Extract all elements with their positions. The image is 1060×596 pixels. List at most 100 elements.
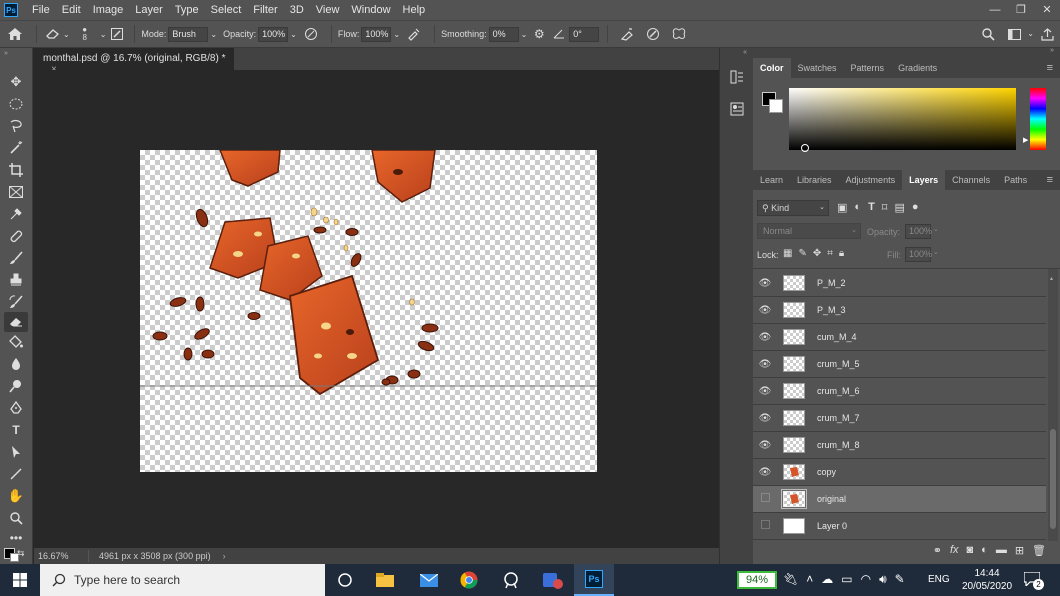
menu-window[interactable]: Window <box>345 0 396 20</box>
layer-row[interactable]: 👁︎ crum_M_6 <box>753 378 1046 405</box>
layers-panel-menu-icon[interactable]: ≡ <box>1040 170 1060 190</box>
smoothing-options-gear-icon[interactable]: ⚙ <box>527 24 551 44</box>
link-layers-icon[interactable]: ⚭ <box>933 544 942 557</box>
pen-workspace-icon[interactable]: ✎ <box>895 572 905 587</box>
photoshop-logo-icon[interactable]: Ps <box>4 3 18 17</box>
lock-position-icon[interactable]: ✥ <box>813 248 821 259</box>
visibility-eye-icon[interactable]: 👁︎ <box>753 413 777 424</box>
tab-layers[interactable]: Layers <box>902 170 946 190</box>
wifi-icon[interactable]: ◠ <box>861 572 871 587</box>
type-tool-icon[interactable]: T <box>4 420 28 440</box>
menu-help[interactable]: Help <box>397 0 432 20</box>
clone-stamp-tool-icon[interactable] <box>4 270 28 290</box>
filter-pixel-layer-icon[interactable]: ▣ <box>837 201 847 214</box>
menu-filter[interactable]: Filter <box>247 0 283 20</box>
layer-name[interactable]: cum_M_4 <box>817 332 857 342</box>
language-indicator[interactable]: ENG <box>928 574 950 585</box>
photoshop-taskbar-icon[interactable]: Ps <box>574 564 614 596</box>
menu-type[interactable]: Type <box>169 0 205 20</box>
minimize-icon[interactable]: — <box>982 0 1008 20</box>
lasso-tool-icon[interactable] <box>4 116 28 136</box>
chrome-icon[interactable] <box>449 564 489 596</box>
eraser-tool-preset-icon[interactable] <box>43 24 63 44</box>
filter-shape-layer-icon[interactable]: ⌑ <box>882 201 888 214</box>
menu-view[interactable]: View <box>310 0 346 20</box>
brush-size-picker[interactable]: ● 8 <box>70 26 100 42</box>
tab-gradients[interactable]: Gradients <box>891 58 944 78</box>
task-view-icon[interactable] <box>325 564 365 596</box>
tab-channels[interactable]: Channels <box>945 170 997 190</box>
menu-3d[interactable]: 3D <box>284 0 310 20</box>
tray-expand-icon[interactable]: ˄ <box>806 572 813 587</box>
taskbar-search-box[interactable]: Type here to search <box>40 564 325 596</box>
mode-select[interactable]: Brush <box>168 26 209 42</box>
layer-name[interactable]: original <box>817 494 846 504</box>
line-tool-icon[interactable] <box>4 464 28 484</box>
close-window-icon[interactable]: ✕ <box>1034 0 1060 20</box>
lock-transparent-pixels-icon[interactable]: ▦ <box>783 248 792 259</box>
lock-image-pixels-icon[interactable]: ✎ <box>798 248 806 259</box>
zoom-tool-icon[interactable] <box>4 508 28 528</box>
visibility-eye-icon[interactable]: 👁︎ <box>753 467 777 478</box>
smoothing-dropdown-icon[interactable]: ⌄ <box>521 30 528 39</box>
layer-row[interactable]: 👁︎ P_M_3 <box>753 297 1046 324</box>
smoothing-input[interactable]: 0% <box>488 26 519 42</box>
paint-bucket-tool-icon[interactable] <box>4 332 28 352</box>
layer-name[interactable]: crum_M_5 <box>817 359 860 369</box>
layer-row[interactable]: 👁︎ crum_M_5 <box>753 351 1046 378</box>
search-icon[interactable] <box>975 24 1001 44</box>
restore-icon[interactable]: ❐ <box>1008 0 1034 20</box>
mode-dropdown-icon[interactable]: ⌄ <box>210 30 217 39</box>
visibility-eye-icon[interactable]: 👁︎ <box>753 305 777 316</box>
menu-select[interactable]: Select <box>205 0 248 20</box>
properties-panel-icon[interactable] <box>726 98 748 120</box>
crop-tool-icon[interactable] <box>4 160 28 180</box>
visibility-toggle-empty[interactable] <box>753 520 777 532</box>
color-saturation-field[interactable] <box>789 88 1016 152</box>
share-icon[interactable] <box>1034 24 1060 44</box>
erase-to-history-icon[interactable] <box>614 24 640 44</box>
menu-edit[interactable]: Edit <box>56 0 87 20</box>
flow-input[interactable]: 100% <box>361 26 392 42</box>
frame-tool-icon[interactable] <box>4 182 28 202</box>
windows-start-icon[interactable] <box>0 564 40 596</box>
opacity-dropdown-icon[interactable]: ⌄ <box>290 30 297 39</box>
menu-file[interactable]: File <box>26 0 56 20</box>
layer-style-fx-icon[interactable]: fx <box>950 544 959 557</box>
fill-dropdown-icon[interactable]: ⌄ <box>933 248 939 256</box>
app-badge-icon[interactable] <box>533 564 573 596</box>
brush-tool-icon[interactable] <box>4 248 28 268</box>
fill-input[interactable]: 100% <box>905 247 932 262</box>
new-adjustment-layer-icon[interactable]: ◐ <box>981 544 988 557</box>
dodge-tool-icon[interactable] <box>4 376 28 396</box>
filter-type-layer-icon[interactable]: T <box>868 201 875 214</box>
pressure-opacity-icon[interactable] <box>297 24 325 44</box>
hand-tool-icon[interactable]: ✋ <box>4 486 28 506</box>
angle-input[interactable]: 0° <box>569 26 600 42</box>
layers-scrollbar[interactable]: ▴ <box>1048 269 1058 541</box>
workspace-icon[interactable] <box>1001 24 1027 44</box>
color-background-swatch[interactable] <box>769 99 783 113</box>
color-hue-slider[interactable] <box>1030 88 1046 150</box>
menu-image[interactable]: Image <box>87 0 130 20</box>
symmetry-butterfly-icon[interactable] <box>666 24 692 44</box>
collapse-strip-icon[interactable]: « <box>743 49 747 56</box>
battery-indicator[interactable]: 94% <box>737 571 777 589</box>
airbrush-icon[interactable] <box>400 24 428 44</box>
healing-brush-tool-icon[interactable] <box>4 226 28 246</box>
add-mask-icon[interactable]: ◙ <box>967 544 974 557</box>
more-tools-icon[interactable]: ••• <box>4 528 28 548</box>
path-selection-tool-icon[interactable] <box>4 442 28 462</box>
opacity-input[interactable]: 100% <box>258 26 289 42</box>
filter-adjustment-layer-icon[interactable]: ◐ <box>854 201 861 214</box>
visibility-eye-icon[interactable]: 👁︎ <box>753 332 777 343</box>
workspace-dropdown-icon[interactable]: ⌄ <box>1027 24 1034 44</box>
collapse-panels-icon[interactable]: » <box>1050 47 1054 54</box>
pressure-size-icon[interactable] <box>640 24 666 44</box>
magic-wand-tool-icon[interactable] <box>4 138 28 158</box>
visibility-toggle-empty[interactable] <box>753 493 777 505</box>
visibility-eye-icon[interactable]: 👁︎ <box>753 440 777 451</box>
tab-swatches[interactable]: Swatches <box>791 58 844 78</box>
lock-artboard-icon[interactable]: ⌗ <box>827 248 833 259</box>
swap-colors-icon[interactable]: ⇆ <box>17 548 25 559</box>
